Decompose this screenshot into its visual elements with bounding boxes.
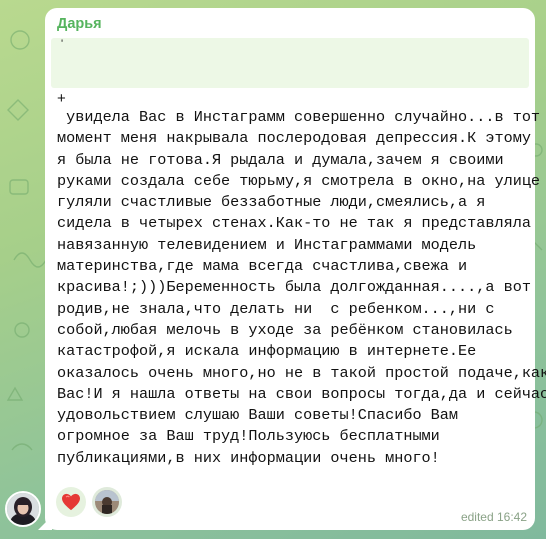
message-plus-line: +	[57, 90, 66, 107]
message-timestamp: edited 16:42	[460, 510, 527, 524]
reactor-avatar	[95, 490, 119, 514]
sender-avatar[interactable]	[5, 491, 41, 527]
quoted-message[interactable]: '	[51, 38, 529, 88]
reactions-row	[56, 487, 122, 517]
heart-icon	[62, 493, 80, 511]
reaction-user-avatar[interactable]	[92, 487, 122, 517]
message-text: увидела Вас в Инстаграмм совершенно случ…	[57, 108, 546, 467]
quote-marker: '	[61, 38, 64, 50]
message-bubble[interactable]: Дарья ' + увидела Вас в Инстаграмм совер…	[45, 8, 546, 530]
sender-name[interactable]: Дарья	[57, 16, 102, 32]
reaction-heart[interactable]	[56, 487, 86, 517]
